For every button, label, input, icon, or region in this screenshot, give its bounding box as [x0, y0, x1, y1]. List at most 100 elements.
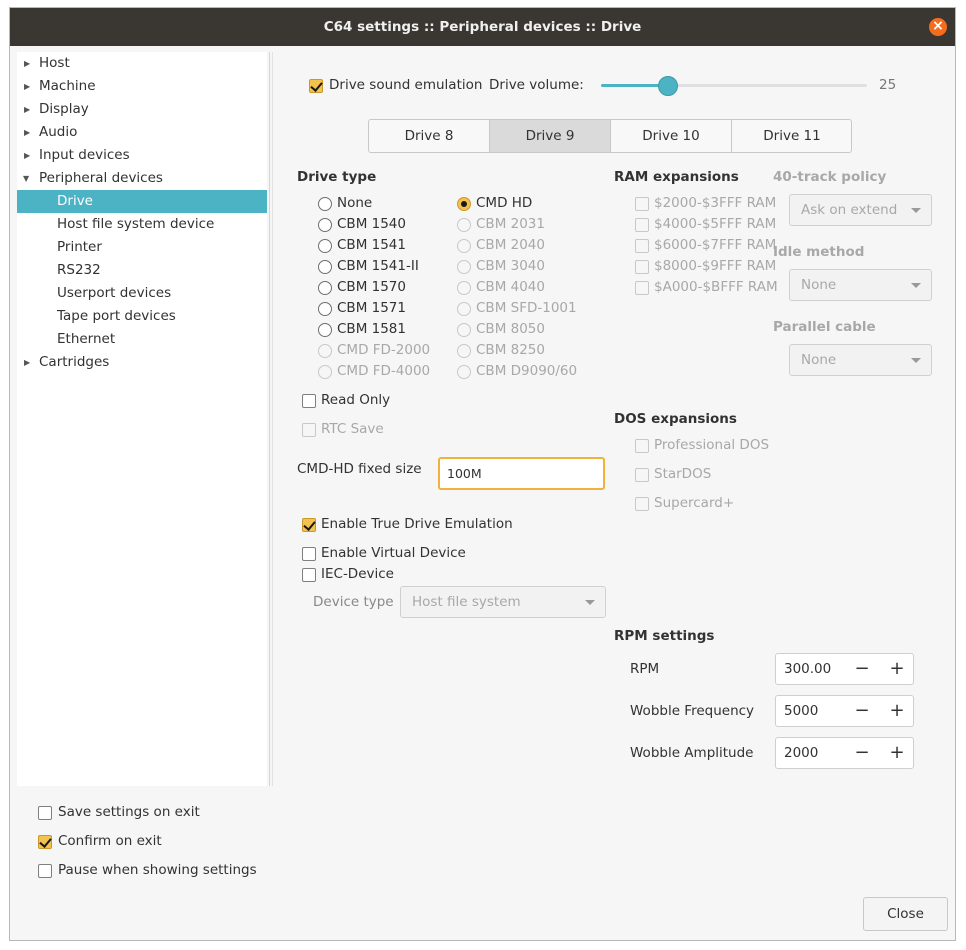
wobble-frequency-plus-button[interactable]: +: [880, 696, 914, 726]
wobble-amplitude-spinbox[interactable]: 2000 − +: [775, 737, 914, 769]
radio-cbm-1571[interactable]: [318, 302, 332, 316]
true-drive-emulation-checkbox[interactable]: [302, 518, 316, 532]
radio-cbm-sfd-1001: [457, 302, 471, 316]
wobble-frequency-spinbox[interactable]: 5000 − +: [775, 695, 914, 727]
rpm-settings-title: RPM settings: [614, 628, 715, 644]
save-on-exit-checkbox[interactable]: [38, 806, 52, 820]
radio-cbm-d9090-60: [457, 365, 471, 379]
radio-cbm-1541[interactable]: [318, 239, 332, 253]
wobble-amplitude-minus-button[interactable]: −: [845, 738, 879, 768]
tab-drive-10[interactable]: Drive 10: [611, 120, 732, 152]
rpm-value[interactable]: 300.00: [784, 654, 831, 684]
supercard-label: Supercard+: [654, 495, 735, 511]
virtual-device-label: Enable Virtual Device: [321, 545, 466, 561]
ram-6000-checkbox: [635, 239, 649, 253]
chevron-down-icon: [911, 358, 921, 363]
tree-item-display[interactable]: Display: [39, 98, 89, 121]
radio-none[interactable]: [318, 197, 332, 211]
radio-cbm-1570[interactable]: [318, 281, 332, 295]
device-type-value: Host file system: [412, 594, 521, 610]
radio-cbm-8250-label: CBM 8250: [476, 342, 545, 358]
tree-item-peripheral-devices[interactable]: Peripheral devices: [39, 167, 163, 190]
idle-method-dropdown: None: [789, 269, 932, 301]
track40-policy-value: Ask on extend: [801, 202, 898, 218]
ram-a000-checkbox: [635, 281, 649, 295]
tree-item-rs232[interactable]: RS232: [57, 259, 101, 282]
idle-method-title: Idle method: [773, 244, 865, 260]
radio-cbm-1540[interactable]: [318, 218, 332, 232]
tree-item-host[interactable]: Host: [39, 52, 70, 75]
radio-cmd-fd-4000-label: CMD FD-4000: [337, 363, 431, 379]
pause-when-showing-label: Pause when showing settings: [58, 862, 257, 878]
expand-audio-icon[interactable]: ▶: [24, 128, 30, 137]
tree-item-userport-devices[interactable]: Userport devices: [57, 282, 171, 305]
drive-volume-slider-handle[interactable]: [658, 76, 678, 96]
tab-drive-8[interactable]: Drive 8: [369, 120, 490, 152]
collapse-peripheral-devices-icon[interactable]: ▼: [23, 174, 29, 183]
tree-item-audio[interactable]: Audio: [39, 121, 77, 144]
iec-device-checkbox[interactable]: [302, 568, 316, 582]
wobble-amplitude-value[interactable]: 2000: [784, 738, 818, 768]
tree-item-cartridges[interactable]: Cartridges: [39, 351, 109, 374]
professional-dos-checkbox: [635, 439, 649, 453]
true-drive-emulation-label: Enable True Drive Emulation: [321, 516, 513, 532]
expand-machine-icon[interactable]: ▶: [24, 82, 30, 91]
ram-a000-label: $A000-$BFFF RAM: [654, 279, 778, 295]
expand-input-devices-icon[interactable]: ▶: [24, 151, 30, 160]
expand-cartridges-icon[interactable]: ▶: [24, 358, 30, 367]
iec-device-label: IEC-Device: [321, 566, 394, 582]
radio-cbm-8050: [457, 323, 471, 337]
tree-item-tape-port-devices[interactable]: Tape port devices: [57, 305, 176, 328]
tree-item-machine[interactable]: Machine: [39, 75, 96, 98]
tree-item-printer[interactable]: Printer: [57, 236, 102, 259]
expand-host-icon[interactable]: ▶: [24, 59, 30, 68]
ram-expansions-title: RAM expansions: [614, 169, 739, 185]
expand-display-icon[interactable]: ▶: [24, 105, 30, 114]
read-only-checkbox[interactable]: [302, 394, 316, 408]
drive-sound-checkbox[interactable]: [309, 79, 323, 93]
close-button[interactable]: Close: [863, 897, 948, 931]
virtual-device-checkbox[interactable]: [302, 547, 316, 561]
pause-when-showing-checkbox[interactable]: [38, 864, 52, 878]
chevron-down-icon: [911, 283, 921, 288]
pane-divider[interactable]: [269, 52, 270, 786]
confirm-on-exit-checkbox[interactable]: [38, 835, 52, 849]
close-window-icon[interactable]: ×: [929, 18, 947, 36]
tab-drive-11[interactable]: Drive 11: [732, 120, 852, 152]
tree-item-host-file-system-device[interactable]: Host file system device: [57, 213, 214, 236]
rtc-save-label: RTC Save: [321, 421, 384, 437]
wobble-amplitude-label: Wobble Amplitude: [630, 745, 754, 761]
rpm-spinbox[interactable]: 300.00 − +: [775, 653, 914, 685]
tree-item-input-devices[interactable]: Input devices: [39, 144, 130, 167]
radio-cbm-1581[interactable]: [318, 323, 332, 337]
rpm-minus-button[interactable]: −: [845, 654, 879, 684]
confirm-on-exit-label: Confirm on exit: [58, 833, 162, 849]
wobble-frequency-value[interactable]: 5000: [784, 696, 818, 726]
tree-item-ethernet[interactable]: Ethernet: [57, 328, 115, 351]
tab-drive-9[interactable]: Drive 9: [490, 120, 611, 152]
cmdhd-fixed-size-input[interactable]: 100M: [438, 457, 605, 490]
professional-dos-label: Professional DOS: [654, 437, 770, 453]
drive-sound-label: Drive sound emulation: [329, 77, 483, 93]
radio-cmd-hd-label: CMD HD: [476, 195, 533, 211]
radio-cmd-fd-4000: [318, 365, 332, 379]
dos-expansions-title: DOS expansions: [614, 411, 737, 427]
idle-method-value: None: [801, 277, 837, 293]
drive-type-title: Drive type: [297, 169, 377, 185]
wobble-amplitude-plus-button[interactable]: +: [880, 738, 914, 768]
tree-item-drive[interactable]: Drive: [17, 190, 267, 213]
supercard-checkbox: [635, 497, 649, 511]
ram-2000-checkbox: [635, 197, 649, 211]
radio-cmd-hd[interactable]: [457, 197, 471, 211]
radio-cbm-4040: [457, 281, 471, 295]
wobble-frequency-minus-button[interactable]: −: [845, 696, 879, 726]
ram-8000-label: $8000-$9FFF RAM: [654, 258, 777, 274]
ram-2000-label: $2000-$3FFF RAM: [654, 195, 777, 211]
parallel-cable-value: None: [801, 352, 837, 368]
chevron-down-icon: [585, 600, 595, 605]
radio-cbm-8250: [457, 344, 471, 358]
drive-volume-value: 25: [879, 77, 897, 93]
radio-cbm-1541-ii[interactable]: [318, 260, 332, 274]
rpm-plus-button[interactable]: +: [880, 654, 914, 684]
drive-tabs: Drive 8 Drive 9 Drive 10 Drive 11: [368, 119, 852, 153]
